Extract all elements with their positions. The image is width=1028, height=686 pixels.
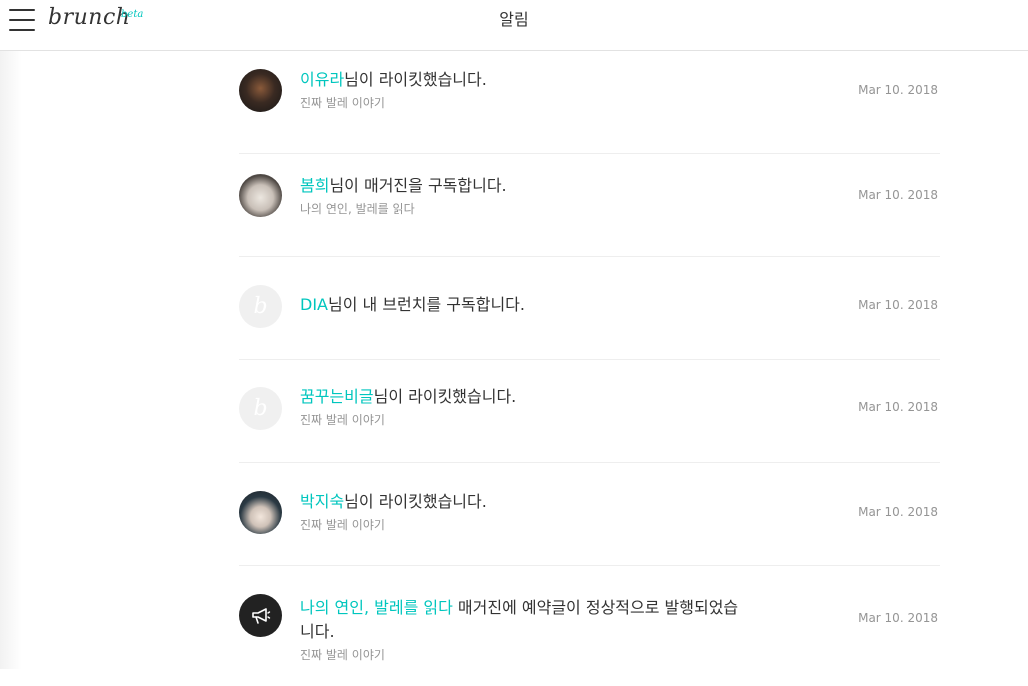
megaphone-icon xyxy=(251,607,270,624)
notification-date: Mar 10. 2018 xyxy=(858,188,938,202)
notification-date: Mar 10. 2018 xyxy=(858,400,938,414)
notification-action-text: 님이 내 브런치를 구독합니다. xyxy=(327,295,525,314)
user-name-link[interactable]: DIA xyxy=(300,295,328,314)
user-avatar[interactable] xyxy=(239,174,282,217)
notification-date: Mar 10. 2018 xyxy=(858,83,938,97)
magazine-title-link[interactable]: 진짜 발레 이야기 xyxy=(300,94,750,111)
notification-date: Mar 10. 2018 xyxy=(858,298,938,312)
notification-item[interactable]: b DIA님이 내 브런치를 구독합니다. Mar 10. 2018 xyxy=(239,257,940,360)
notification-item[interactable]: 박지숙님이 라이킷했습니다. 진짜 발레 이야기 Mar 10. 2018 xyxy=(239,463,940,566)
notice-avatar[interactable] xyxy=(239,594,282,637)
default-avatar[interactable]: b xyxy=(239,387,282,430)
notification-message: 박지숙님이 라이킷했습니다. 진짜 발레 이야기 xyxy=(300,490,750,533)
left-edge-shade xyxy=(0,0,22,669)
top-header: brunch beta 알림 xyxy=(0,0,1028,51)
user-name-link[interactable]: 이유라 xyxy=(300,70,344,89)
notification-action-text: 님이 라이킷했습니다. xyxy=(373,387,517,406)
notification-item[interactable]: 나의 연인, 발레를 읽다 매거진에 예약글이 정상적으로 발행되었습니다. 진… xyxy=(239,566,940,686)
notification-item[interactable]: 이유라님이 라이킷했습니다. 진짜 발레 이야기 Mar 10. 2018 xyxy=(239,51,940,154)
notification-date: Mar 10. 2018 xyxy=(858,505,938,519)
brunch-b-icon: b xyxy=(253,294,268,319)
user-name-link[interactable]: 박지숙 xyxy=(300,492,344,511)
brunch-b-icon: b xyxy=(253,396,268,421)
notification-message: 나의 연인, 발레를 읽다 매거진에 예약글이 정상적으로 발행되었습니다. 진… xyxy=(300,596,750,663)
notification-message: 이유라님이 라이킷했습니다. 진짜 발레 이야기 xyxy=(300,68,750,111)
magazine-title-link[interactable]: 진짜 발레 이야기 xyxy=(300,646,750,663)
user-name-link[interactable]: 꿈꾸는비글 xyxy=(300,387,374,406)
magazine-title-link[interactable]: 진짜 발레 이야기 xyxy=(300,516,750,533)
magazine-name-link[interactable]: 나의 연인, 발레를 읽다 xyxy=(300,598,453,617)
default-avatar[interactable]: b xyxy=(239,285,282,328)
notification-item[interactable]: b 꿈꾸는비글님이 라이킷했습니다. 진짜 발레 이야기 Mar 10. 201… xyxy=(239,360,940,463)
magazine-title-link[interactable]: 진짜 발레 이야기 xyxy=(300,411,750,428)
notification-message: 꿈꾸는비글님이 라이킷했습니다. 진짜 발레 이야기 xyxy=(300,385,750,428)
notification-action-text: 님이 매거진을 구독합니다. xyxy=(329,176,507,195)
notification-message: DIA님이 내 브런치를 구독합니다. xyxy=(300,293,750,317)
user-avatar[interactable] xyxy=(239,491,282,534)
notification-action-text: 님이 라이킷했습니다. xyxy=(344,70,487,89)
page-title: 알림 xyxy=(499,10,529,29)
notification-message: 봄희님이 매거진을 구독합니다. 나의 연인, 발레를 읽다 xyxy=(300,174,750,217)
notification-item[interactable]: 봄희님이 매거진을 구독합니다. 나의 연인, 발레를 읽다 Mar 10. 2… xyxy=(239,154,940,257)
notification-date: Mar 10. 2018 xyxy=(858,611,938,625)
notification-action-text: 님이 라이킷했습니다. xyxy=(344,492,487,511)
magazine-title-link[interactable]: 나의 연인, 발레를 읽다 xyxy=(300,200,750,217)
notification-list: 이유라님이 라이킷했습니다. 진짜 발레 이야기 Mar 10. 2018 봄희… xyxy=(239,51,940,686)
user-avatar[interactable] xyxy=(239,69,282,112)
user-name-link[interactable]: 봄희 xyxy=(300,176,329,195)
